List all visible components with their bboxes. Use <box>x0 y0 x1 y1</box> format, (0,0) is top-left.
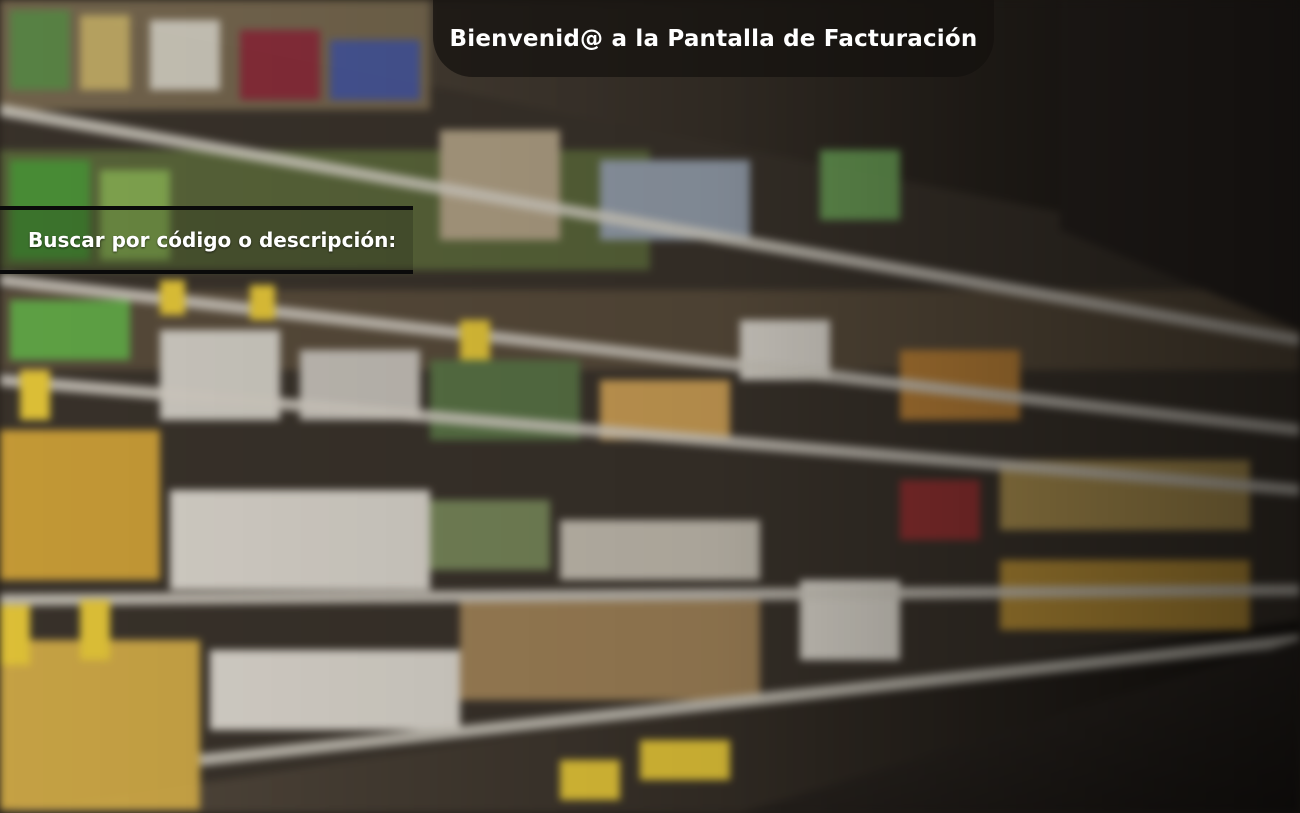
search-bar[interactable]: Buscar por código o descripción: <box>0 206 413 274</box>
welcome-banner: Bienvenid@ a la Pantalla de Facturación <box>433 0 994 77</box>
page-title: Bienvenid@ a la Pantalla de Facturación <box>449 25 978 52</box>
search-label: Buscar por código o descripción: <box>28 228 397 252</box>
background-shade <box>0 0 1300 813</box>
billing-screen: Bienvenid@ a la Pantalla de Facturación … <box>0 0 1300 813</box>
